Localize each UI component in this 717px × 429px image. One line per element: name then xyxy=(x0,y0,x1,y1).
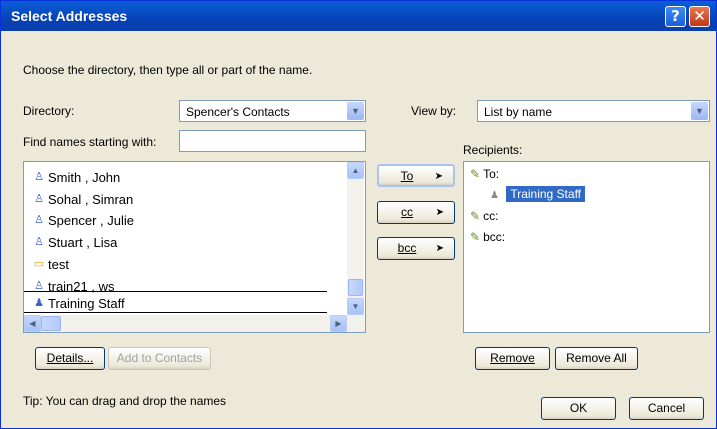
arrow-right-icon: ➤ xyxy=(435,243,444,254)
note-icon: ✎ xyxy=(470,209,481,223)
directory-label-text: Directory: xyxy=(23,104,75,118)
select-addresses-dialog: Select Addresses ? ✕ Choose the director… xyxy=(0,0,717,429)
contact-name: Spencer , Julie xyxy=(48,213,134,228)
scroll-thumb[interactable] xyxy=(348,279,363,296)
person-icon: ♙ xyxy=(34,236,44,248)
tip-text: Tip: You can drag and drop the names xyxy=(23,394,227,408)
view-by-label: View by: xyxy=(411,104,457,118)
horizontal-scrollbar[interactable]: ◀ ▶ xyxy=(24,315,365,332)
group-icon: ♟ xyxy=(34,297,44,309)
recipient-name: Training Staff xyxy=(506,186,586,202)
remove-all-button-label: Remove All xyxy=(566,351,627,365)
chevron-down-icon[interactable]: ▼ xyxy=(691,102,708,120)
cc-button-label: cc xyxy=(401,205,413,219)
vertical-scrollbar[interactable]: ▲ ▼ xyxy=(347,162,364,315)
card-icon: ▭ xyxy=(33,258,45,270)
to-button-label: To xyxy=(400,169,414,183)
directory-value: Spencer's Contacts xyxy=(186,105,290,119)
title-bar[interactable]: Select Addresses ? ✕ xyxy=(1,1,716,31)
cc-button[interactable]: cc ➤ xyxy=(377,201,455,224)
ok-button[interactable]: OK xyxy=(541,397,616,420)
instruction-text: Choose the directory, then type all or p… xyxy=(23,63,313,77)
cancel-button[interactable]: Cancel xyxy=(629,397,704,420)
scroll-thumb-horizontal[interactable] xyxy=(41,316,61,331)
find-names-input[interactable] xyxy=(179,130,366,152)
list-item[interactable]: ♙ Stuart , Lisa xyxy=(24,231,365,253)
contacts-list[interactable]: ♙ Smith , John ♙ Sohal , Simran ♙ Spence… xyxy=(23,161,366,333)
arrow-right-icon: ➤ xyxy=(435,207,444,218)
dialog-title: Select Addresses xyxy=(11,8,128,24)
contact-name: Smith , John xyxy=(48,170,121,185)
remove-button-label: Remove xyxy=(490,351,535,365)
directory-select[interactable]: Spencer's Contacts ▼ xyxy=(179,100,366,122)
recipient-group-cc[interactable]: ✎ cc: xyxy=(470,209,498,223)
details-button[interactable]: Details... xyxy=(35,347,105,370)
add-to-contacts-button[interactable]: Add to Contacts xyxy=(108,347,211,370)
contact-name: test xyxy=(48,257,69,272)
contact-name: Training Staff xyxy=(48,296,125,311)
note-icon: ✎ xyxy=(470,167,481,181)
contact-name: Sohal , Simran xyxy=(48,192,134,207)
note-icon: ✎ xyxy=(470,230,481,244)
list-item[interactable]: ▭ test xyxy=(24,253,365,275)
person-icon: ♙ xyxy=(34,171,44,183)
scroll-right-icon[interactable]: ▶ xyxy=(330,315,347,332)
ok-button-label: OK xyxy=(569,401,588,415)
recipients-label: Recipients: xyxy=(463,143,523,157)
group-icon: ♟ xyxy=(490,190,499,201)
list-item-selected[interactable]: ♟ Training Staff xyxy=(24,291,327,313)
recipients-list[interactable]: ✎ To: ♟ Training Staff ✎ cc: ✎ bcc: xyxy=(463,161,710,333)
list-item[interactable]: ♙ Sohal , Simran xyxy=(24,188,365,210)
scroll-up-icon[interactable]: ▲ xyxy=(347,162,364,179)
bcc-label: bcc: xyxy=(483,230,506,244)
bcc-button[interactable]: bcc ➤ xyxy=(377,237,455,260)
scroll-left-icon[interactable]: ◀ xyxy=(24,315,41,332)
recipient-group-to[interactable]: ✎ To: xyxy=(470,167,499,181)
remove-button[interactable]: Remove xyxy=(475,347,550,370)
help-button[interactable]: ? xyxy=(665,6,686,27)
arrow-right-icon: ➤ xyxy=(434,171,443,182)
add-to-contacts-label: Add to Contacts xyxy=(116,351,203,365)
close-button[interactable]: ✕ xyxy=(689,6,710,27)
person-icon: ♙ xyxy=(34,214,44,226)
recipient-item[interactable]: ♟ Training Staff xyxy=(490,186,586,202)
chevron-down-icon[interactable]: ▼ xyxy=(347,102,364,120)
remove-all-button[interactable]: Remove All xyxy=(555,347,638,370)
find-label: Find names starting with: xyxy=(23,135,157,149)
view-by-value: List by name xyxy=(484,105,553,119)
to-button[interactable]: To ➤ xyxy=(377,164,455,187)
details-button-label: Details... xyxy=(46,351,94,365)
cc-label: cc: xyxy=(483,209,499,223)
bcc-button-label: bcc xyxy=(397,241,417,255)
cancel-button-label: Cancel xyxy=(647,401,686,415)
scroll-down-icon[interactable]: ▼ xyxy=(347,298,364,315)
contact-name: Stuart , Lisa xyxy=(48,235,118,250)
to-label: To: xyxy=(483,167,500,181)
person-icon: ♙ xyxy=(34,193,44,205)
directory-label: Directory: xyxy=(23,104,74,118)
list-item[interactable]: ♙ Spencer , Julie xyxy=(24,209,365,231)
list-item[interactable]: ♙ Smith , John xyxy=(24,166,365,188)
recipient-group-bcc[interactable]: ✎ bcc: xyxy=(470,230,505,244)
view-by-select[interactable]: List by name ▼ xyxy=(477,100,710,122)
